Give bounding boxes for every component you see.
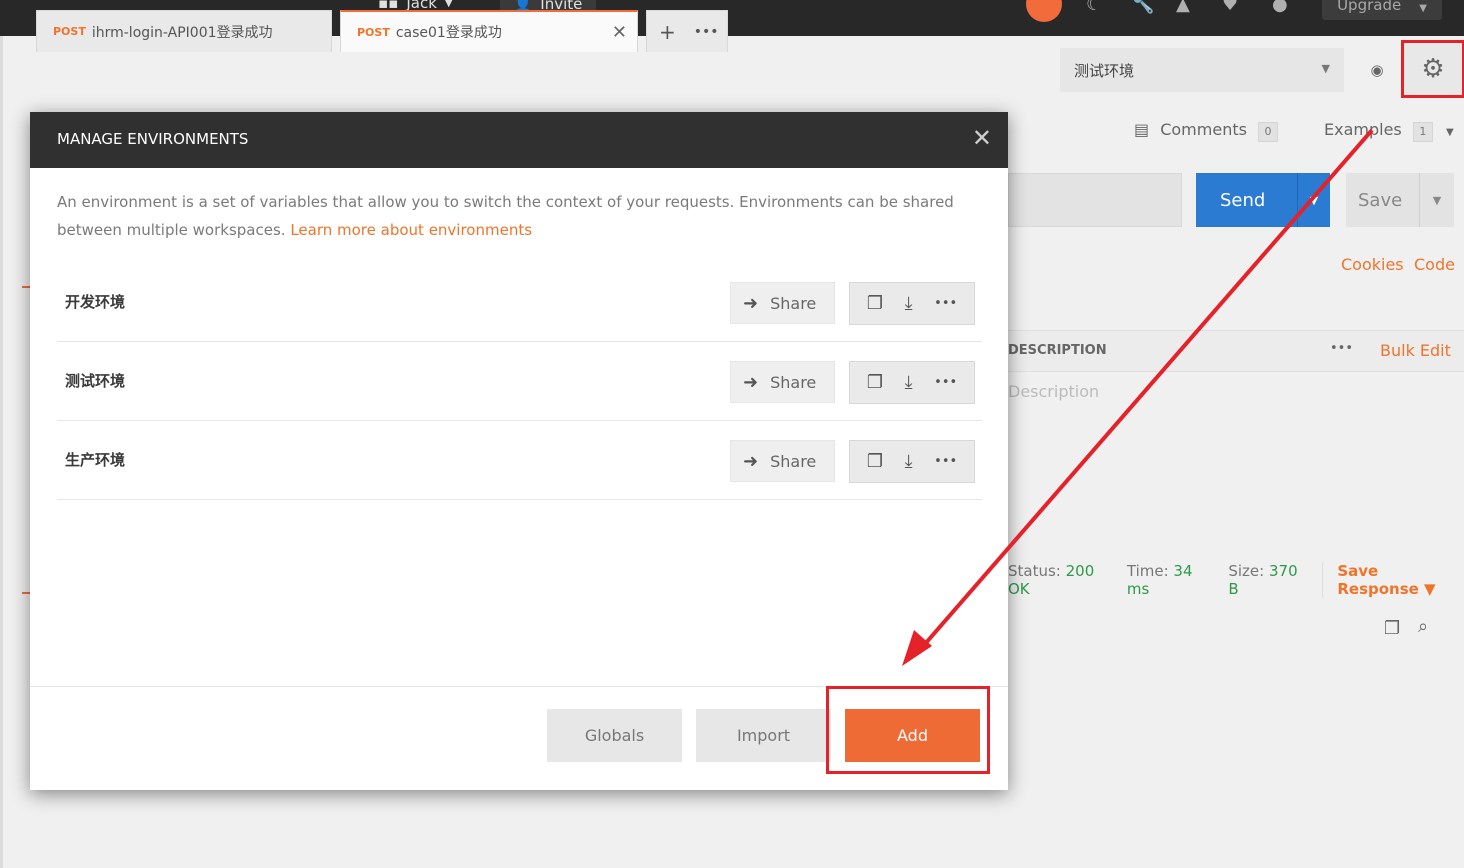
- environment-actions: ❐ ⤓ •••: [849, 282, 975, 325]
- bell-icon[interactable]: ▲: [1176, 0, 1190, 15]
- modal-header: MANAGE ENVIRONMENTS ✕: [30, 112, 1008, 168]
- bulk-edit-link[interactable]: Bulk Edit: [1380, 341, 1451, 360]
- wrench-icon[interactable]: 🔧: [1132, 0, 1154, 15]
- gear-icon: ⚙: [1421, 54, 1445, 84]
- import-button[interactable]: Import: [696, 709, 831, 762]
- send-label: Send: [1220, 189, 1266, 211]
- manage-environments-gear-button[interactable]: ⚙: [1401, 40, 1464, 98]
- copy-icon[interactable]: ❐: [867, 372, 883, 393]
- share-arrow-icon: ➜: [743, 450, 759, 472]
- share-arrow-icon: ➜: [743, 371, 759, 393]
- url-input[interactable]: [1008, 173, 1182, 227]
- search-icon[interactable]: ⌕: [1418, 616, 1428, 637]
- method-badge: POST: [53, 25, 86, 38]
- examples-toggle[interactable]: Examples 1 ▼: [1324, 120, 1454, 142]
- response-meta: Status: 200 OK Time: 34 ms Size: 370 B S…: [1008, 562, 1464, 598]
- environment-selector[interactable]: 测试环境 ▼: [1060, 48, 1344, 92]
- close-icon[interactable]: ✕: [612, 22, 627, 43]
- download-icon[interactable]: ⤓: [905, 372, 913, 393]
- time-label: Time: 34 ms: [1126, 562, 1193, 598]
- new-tab-icon[interactable]: +: [659, 20, 676, 44]
- copy-icon[interactable]: ❐: [1384, 618, 1400, 639]
- add-button-annotation-box: [826, 686, 990, 774]
- share-button[interactable]: ➜ Share: [730, 282, 835, 324]
- request-tab-active[interactable]: POST case01登录成功 ✕: [340, 10, 638, 52]
- comments-toggle[interactable]: ▤ Comments 0: [1134, 120, 1279, 142]
- description-placeholder[interactable]: Description: [1008, 382, 1099, 401]
- examples-count: 1: [1412, 122, 1433, 142]
- modal-title: MANAGE ENVIRONMENTS: [57, 130, 249, 148]
- more-icon[interactable]: •••: [934, 454, 957, 469]
- upgrade-button[interactable]: Upgrade ▼: [1322, 0, 1442, 20]
- chevron-down-icon: ▼: [1445, 127, 1454, 138]
- share-button[interactable]: ➜ Share: [730, 440, 835, 482]
- more-icon[interactable]: •••: [694, 24, 719, 40]
- chevron-down-icon: ▼: [1419, 3, 1427, 14]
- save-label: Save: [1358, 189, 1403, 211]
- environment-name[interactable]: 测试环境: [65, 370, 125, 391]
- save-button[interactable]: Save ▼: [1346, 173, 1454, 227]
- left-rail: [0, 36, 3, 868]
- share-label: Share: [770, 372, 817, 392]
- examples-label: Examples: [1324, 120, 1402, 139]
- share-label: Share: [770, 293, 817, 313]
- satellite-icon[interactable]: ☾: [1086, 0, 1102, 15]
- environment-actions: ❐ ⤓ •••: [849, 361, 975, 404]
- cookies-link[interactable]: Cookies: [1341, 255, 1404, 274]
- modal-intro: An environment is a set of variables tha…: [57, 188, 977, 244]
- globals-button[interactable]: Globals: [547, 709, 682, 762]
- heart-icon[interactable]: ♥: [1222, 0, 1238, 15]
- copy-icon[interactable]: ❐: [867, 293, 883, 314]
- more-icon[interactable]: •••: [934, 375, 957, 390]
- environment-row[interactable]: 生产环境 ➜ Share ❐ ⤓ •••: [57, 420, 982, 500]
- eye-icon[interactable]: ◉: [1357, 54, 1397, 86]
- learn-more-link[interactable]: Learn more about environments: [290, 221, 532, 239]
- share-label: Share: [770, 451, 817, 471]
- close-icon[interactable]: ✕: [972, 124, 992, 152]
- environment-selected: 测试环境: [1074, 62, 1135, 80]
- request-tab[interactable]: POST ihrm-login-API001登录成功: [36, 10, 332, 52]
- avatar[interactable]: ●: [1272, 0, 1288, 15]
- tab-title: case01登录成功: [395, 25, 502, 41]
- comments-count: 0: [1258, 122, 1279, 142]
- comments-label: Comments: [1160, 120, 1247, 139]
- environment-name[interactable]: 开发环境: [65, 291, 125, 312]
- size-label: Size: 370 B: [1228, 562, 1298, 598]
- chevron-down-icon: ▼: [1321, 62, 1330, 75]
- send-button[interactable]: Send ▼: [1196, 173, 1330, 227]
- download-icon[interactable]: ⤓: [905, 293, 913, 314]
- upgrade-label: Upgrade: [1337, 0, 1402, 14]
- share-button[interactable]: ➜ Share: [730, 361, 835, 403]
- environment-row[interactable]: 测试环境 ➜ Share ❐ ⤓ •••: [57, 341, 982, 421]
- copy-icon[interactable]: ❐: [867, 451, 883, 472]
- environment-name[interactable]: 生产环境: [65, 449, 125, 470]
- chevron-down-icon: ▼: [444, 0, 453, 9]
- chevron-down-icon[interactable]: ▼: [1419, 173, 1454, 227]
- download-icon[interactable]: ⤓: [905, 451, 913, 472]
- environment-row[interactable]: 开发环境 ➜ Share ❐ ⤓ •••: [57, 262, 982, 342]
- share-arrow-icon: ➜: [743, 292, 759, 314]
- description-header-row: DESCRIPTION ••• Bulk Edit: [1008, 330, 1464, 372]
- code-link[interactable]: Code: [1414, 255, 1455, 274]
- more-icon[interactable]: •••: [934, 296, 957, 311]
- chevron-down-icon[interactable]: ▼: [1297, 173, 1330, 227]
- method-badge: POST: [357, 25, 390, 39]
- environment-actions: ❐ ⤓ •••: [849, 440, 975, 483]
- tab-title: ihrm-login-API001登录成功: [91, 24, 273, 41]
- description-header: DESCRIPTION: [1008, 343, 1107, 358]
- save-response-button[interactable]: Save Response ▼: [1322, 562, 1464, 598]
- sync-icon[interactable]: [1026, 0, 1062, 22]
- tab-actions: + •••: [646, 10, 728, 52]
- comment-icon: ▤: [1134, 120, 1150, 139]
- more-icon[interactable]: •••: [1330, 341, 1353, 356]
- status-label: Status: 200 OK: [1008, 562, 1095, 598]
